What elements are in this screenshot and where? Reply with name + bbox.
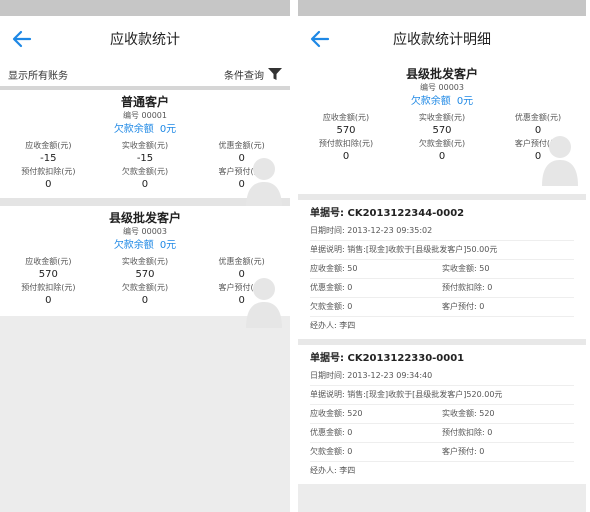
customer-number: 编号 00003 xyxy=(420,83,464,92)
debt-balance-label: 欠款余额 xyxy=(113,124,154,135)
bill-prepaid-deduct: 预付款扣除: 0 xyxy=(442,283,493,292)
debt-balance-label: 欠款余额 xyxy=(410,96,451,107)
person-silhouette-icon xyxy=(246,278,282,328)
receivable-label: 应收金额(元) xyxy=(25,257,72,266)
owed-value: 0 xyxy=(141,295,149,306)
bill-prepaid: 客户预付: 0 xyxy=(442,302,485,311)
bill-prepaid: 客户预付: 0 xyxy=(442,447,485,456)
customer-name: 县级批发客户 xyxy=(405,67,478,81)
prepaid-deduct-label: 预付款扣除(元) xyxy=(318,139,374,148)
debt-balance-value: 0元 xyxy=(159,240,177,251)
receivable-value: -15 xyxy=(40,153,57,164)
bill-record[interactable]: 单据号: CK2013122330-0001 日期时间: 2013-12-23 … xyxy=(298,345,586,484)
received-value: -15 xyxy=(136,153,154,164)
bill-discount: 优惠金额: 0 xyxy=(310,428,353,437)
customer-card[interactable]: 普通客户 编号 00001 欠款余额 0元 应收金额(元) -15 实收金额(元) -… xyxy=(0,90,290,208)
bill-datetime: 日期时间: 2013-12-23 09:34:40 xyxy=(310,367,574,386)
discount-label: 优惠金额(元) xyxy=(514,113,562,122)
title-bar: 应收款统计明细 xyxy=(298,16,586,62)
bill-handler: 经办人: 李四 xyxy=(310,466,356,475)
condition-query-button[interactable]: 条件查询 xyxy=(224,67,282,82)
received-value: 570 xyxy=(432,125,452,136)
bill-description: 单据说明: 销售:[现金]收款于[县级批发客户]50.00元 xyxy=(310,241,574,260)
owed-label: 欠款金额(元) xyxy=(121,167,169,176)
receivable-value: 570 xyxy=(38,269,58,280)
owed-value: 0 xyxy=(438,151,446,162)
bill-number: 单据号: CK2013122344-0002 xyxy=(310,208,465,219)
received-label: 实收金额(元) xyxy=(121,257,169,266)
received-value: 570 xyxy=(135,269,155,280)
customer-number: 编号 00001 xyxy=(123,111,167,120)
person-silhouette-icon xyxy=(542,136,578,186)
bill-owed: 欠款金额: 0 xyxy=(310,447,353,456)
customer-card[interactable]: 县级批发客户 编号 00003 欠款余额 0元 应收金额(元) 570 实收金额(元… xyxy=(0,206,290,328)
bill-handler: 经办人: 李四 xyxy=(310,321,356,330)
received-label: 实收金额(元) xyxy=(121,141,169,150)
customer-summary-card: 县级批发客户 编号 00003 欠款余额 0元 应收金额(元) 570 实收金额(元… xyxy=(298,62,586,194)
back-arrow-icon[interactable] xyxy=(308,27,332,51)
owed-value: 0 xyxy=(141,179,149,190)
condition-query-label: 条件查询 xyxy=(224,70,264,82)
status-bar xyxy=(0,0,290,16)
prepaid-deduct-value: 0 xyxy=(45,179,52,190)
customer-number: 编号 00003 xyxy=(123,227,167,236)
customer-name: 普通客户 xyxy=(120,95,169,109)
bill-record[interactable]: 单据号: CK2013122344-0002 日期时间: 2013-12-23 … xyxy=(298,200,586,339)
page-title: 应收款统计明细 xyxy=(393,32,491,48)
owed-label: 欠款金额(元) xyxy=(121,283,169,292)
bill-description: 单据说明: 销售:[现金]收款于[县级批发客户]520.00元 xyxy=(310,386,574,405)
prepaid-deduct-value: 0 xyxy=(342,151,350,162)
receivable-value: 570 xyxy=(336,125,356,136)
bill-owed: 欠款金额: 0 xyxy=(310,302,353,311)
received-label: 实收金额(元) xyxy=(418,113,466,122)
person-silhouette-icon xyxy=(246,158,282,208)
back-arrow-icon[interactable] xyxy=(10,27,34,51)
show-all-accounts-link[interactable]: 显示所有账务 xyxy=(8,67,68,82)
discount-label: 优惠金额(元) xyxy=(218,257,265,266)
prepaid-deduct-label: 预付款扣除(元) xyxy=(21,167,76,176)
prepaid-deduct-value: 0 xyxy=(45,295,52,306)
prepaid-deduct-label: 预付款扣除(元) xyxy=(21,283,76,292)
debt-balance: 欠款余额 0元 xyxy=(0,122,290,138)
bill-receivable: 应收金额: 50 xyxy=(310,264,358,273)
debt-balance-value: 0元 xyxy=(159,124,177,135)
receivable-label: 应收金额(元) xyxy=(322,113,370,122)
bill-received: 实收金额: 520 xyxy=(442,409,495,418)
discount-label: 优惠金额(元) xyxy=(218,141,265,150)
receivable-label: 应收金额(元) xyxy=(25,141,72,150)
page-title: 应收款统计 xyxy=(110,32,180,48)
receivable-detail-screen: 应收款统计明细 县级批发客户 编号 00003 欠款余额 0元 应收金额(元) 57… xyxy=(298,0,586,512)
filter-row: 显示所有账务 条件查询 xyxy=(0,62,290,90)
bill-receivable: 应收金额: 520 xyxy=(310,409,363,418)
title-bar: 应收款统计 xyxy=(0,16,290,62)
debt-balance-label: 欠款余额 xyxy=(113,240,154,251)
owed-label: 欠款金额(元) xyxy=(418,139,466,148)
bill-prepaid-deduct: 预付款扣除: 0 xyxy=(442,428,493,437)
filter-funnel-icon xyxy=(268,68,282,80)
bill-received: 实收金额: 50 xyxy=(442,264,490,273)
customer-name: 县级批发客户 xyxy=(108,211,181,225)
bill-datetime: 日期时间: 2013-12-23 09:35:02 xyxy=(310,222,574,241)
debt-balance: 欠款余额 0元 xyxy=(0,238,290,254)
bill-discount: 优惠金额: 0 xyxy=(310,283,353,292)
receivable-stats-screen: 应收款统计 显示所有账务 条件查询 普通客户 编号 00001 欠款余额 0元 应… xyxy=(0,0,290,512)
bill-number: 单据号: CK2013122330-0001 xyxy=(310,353,465,364)
debt-balance: 欠款余额 0元 xyxy=(298,94,586,110)
status-bar xyxy=(298,0,586,16)
debt-balance-value: 0元 xyxy=(456,96,474,107)
